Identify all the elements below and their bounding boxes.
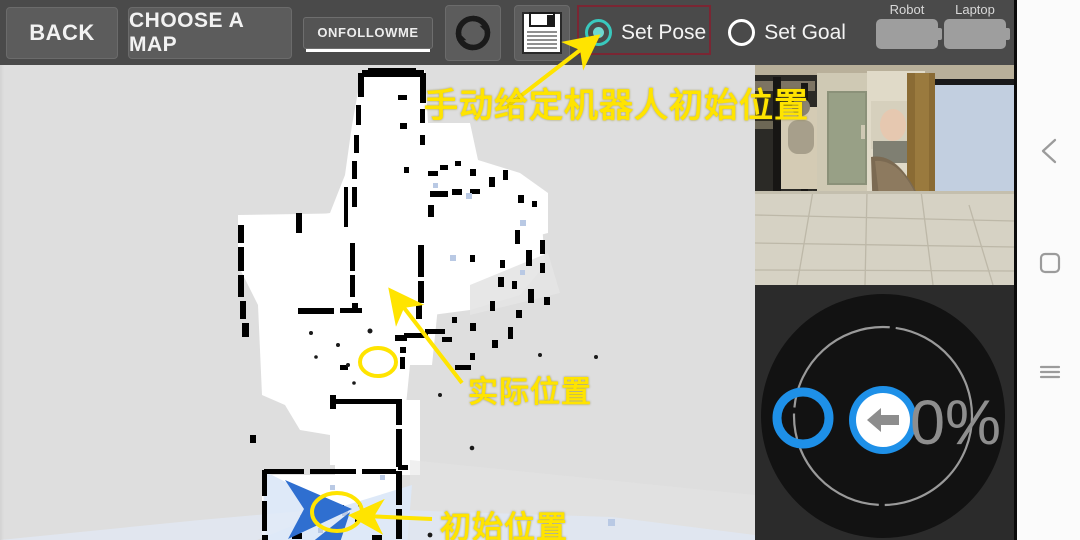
back-button[interactable]: BACK (6, 6, 118, 59)
set-pose-label: Set Pose (621, 20, 707, 44)
android-navigation-bar (1014, 0, 1080, 540)
camera-feed-panel[interactable] (755, 65, 1014, 285)
battery-indicators: Robot Laptop (876, 2, 1012, 49)
robot-battery-icon (876, 19, 942, 49)
set-goal-radio[interactable]: Set Goal (728, 19, 846, 46)
laptop-battery-icon (944, 19, 1010, 49)
set-goal-label: Set Goal (764, 20, 846, 44)
onfollowme-label: ONFOLLOWME (317, 25, 419, 40)
save-map-button[interactable] (514, 4, 570, 61)
occupancy-grid-map (0, 68, 755, 540)
radio-selected-icon (585, 19, 612, 46)
nav-back-button[interactable] (1017, 136, 1080, 166)
robot-battery-label: Robot (889, 2, 925, 17)
map-view[interactable] (0, 65, 755, 540)
radio-dot (593, 27, 604, 38)
joystick-panel[interactable] (755, 285, 1014, 540)
joystick-widget[interactable] (755, 285, 1014, 540)
set-pose-radio[interactable]: Set Pose (585, 19, 706, 46)
choose-a-map-label: CHOOSE A MAP (129, 8, 244, 56)
floppy-save-icon (522, 11, 562, 54)
top-toolbar: BACK CHOOSE A MAP ONFOLLOWME Set Pose Se… (0, 0, 1014, 65)
app-root: BACK CHOOSE A MAP ONFOLLOWME Set Pose Se… (0, 0, 1080, 540)
refresh-icon (455, 15, 491, 50)
square-icon (1039, 252, 1061, 274)
radio-unselected-icon (728, 19, 756, 46)
back-button-label: BACK (29, 19, 95, 45)
battery-nub (937, 28, 942, 40)
refresh-button[interactable] (445, 4, 501, 61)
hamburger-icon (1039, 365, 1061, 379)
laptop-battery-label: Laptop (955, 2, 995, 17)
onfollowme-button[interactable]: ONFOLLOWME (303, 16, 433, 52)
battery-nub (1005, 28, 1010, 40)
robot-battery: Robot (876, 2, 942, 49)
nav-recent-apps-button[interactable] (1017, 362, 1080, 382)
mode-radio-group: Set Pose Set Goal (577, 5, 846, 55)
laptop-battery: Laptop (944, 2, 1010, 49)
camera-feed-image (755, 65, 1014, 285)
onfollowme-underline (306, 48, 430, 52)
choose-a-map-button[interactable]: CHOOSE A MAP (128, 6, 292, 59)
chevron-left-icon (1041, 138, 1057, 164)
nav-home-button[interactable] (1017, 250, 1080, 276)
